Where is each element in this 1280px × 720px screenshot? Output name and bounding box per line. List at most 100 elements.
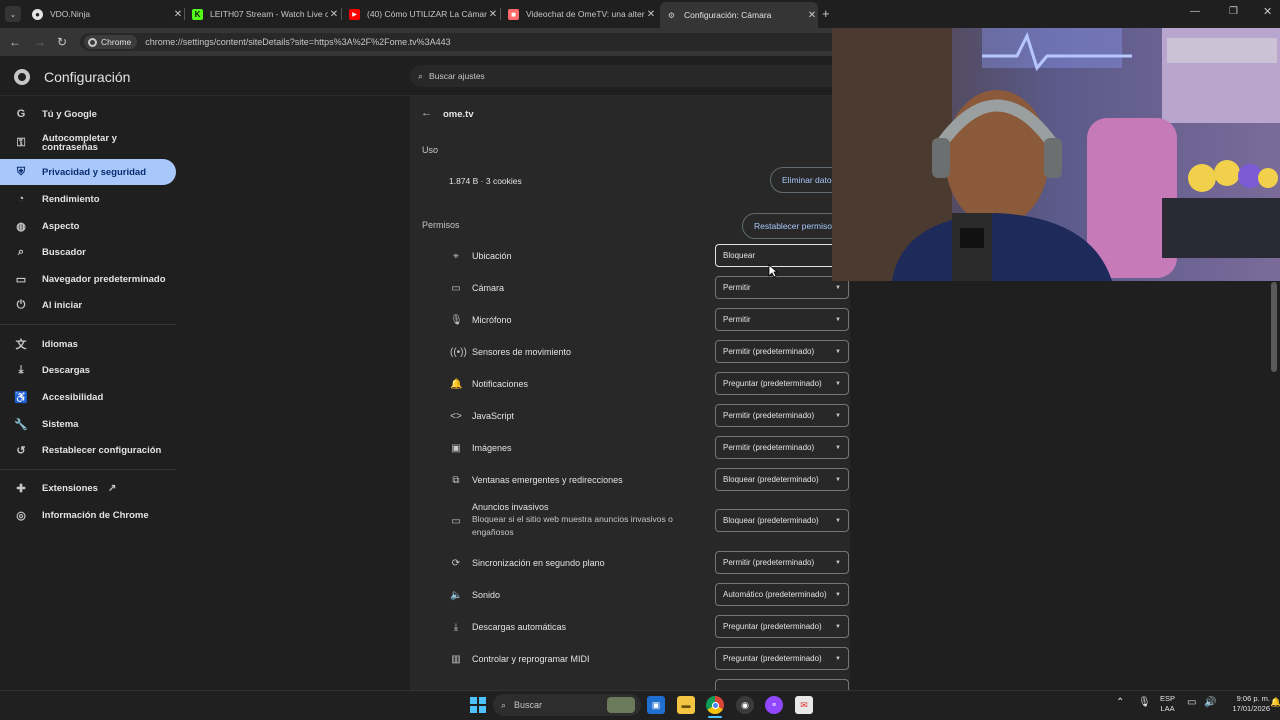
url-text: chrome://settings/content/siteDetails?si… <box>145 37 451 47</box>
midi-icon: ▥ <box>451 653 461 665</box>
store-icon[interactable]: ▣ <box>647 696 665 714</box>
sidebar-item-appearance[interactable]: ◍ Aspecto <box>0 213 176 239</box>
sidebar-item-default-browser[interactable]: ▭ Navegador predeterminado <box>0 266 176 292</box>
ometv-icon: ■ <box>508 8 519 20</box>
reload-button[interactable]: ↻ <box>57 35 67 49</box>
tab-separator <box>184 8 185 20</box>
settings-search-input[interactable]: ⌕ Buscar ajustes <box>410 65 850 87</box>
notifications-select[interactable]: Preguntar (predeterminado) ▼ <box>715 372 849 395</box>
close-icon[interactable]: ✕ <box>172 9 184 20</box>
back-button[interactable]: ← <box>9 35 21 49</box>
dropdown-arrow-icon: ▼ <box>835 559 841 566</box>
page-scrollbar[interactable] <box>1271 282 1277 372</box>
location-select[interactable]: Bloquear▼ <box>715 244 849 267</box>
minimize-button[interactable]: — <box>1190 6 1200 17</box>
dropdown-arrow-icon: ▼ <box>835 412 841 419</box>
sidebar-item-downloads[interactable]: ⤓ Descargas <box>0 357 176 383</box>
javascript-select[interactable]: Permitir (predeterminado) ▼ <box>715 404 849 427</box>
images-select[interactable]: Permitir (predeterminado) ▼ <box>715 436 849 459</box>
google-icon: G <box>16 108 26 120</box>
tab-separator <box>341 8 342 20</box>
search-highlight-icon <box>607 697 635 713</box>
reset-icon: ↺ <box>16 444 26 457</box>
dropdown-arrow-icon: ▼ <box>835 316 841 323</box>
usage-value: 1.874 B · 3 cookies <box>449 176 522 186</box>
tab-ometv[interactable]: ■ Videochat de OmeTV: una alter ✕ <box>502 4 657 24</box>
tab-kick-stream[interactable]: K LEITH07 Stream - Watch Live on ✕ <box>186 4 340 24</box>
chevron-up-icon[interactable]: ⌃ <box>1116 697 1124 708</box>
intrusive-ads-select[interactable]: Bloquear (predeterminado) ▼ <box>715 509 849 532</box>
taskbar-search[interactable]: ⌕ Buscar <box>493 694 641 716</box>
auto-downloads-select[interactable]: Preguntar (predeterminado) ▼ <box>715 615 849 638</box>
vdo-ninja-icon: ● <box>32 8 43 20</box>
twitch-icon[interactable]: ≡ <box>765 696 783 714</box>
translate-icon: 文 <box>15 339 27 351</box>
sidebar-item-about-chrome[interactable]: ◎ Información de Chrome <box>0 502 176 528</box>
forward-button[interactable]: → <box>34 35 46 49</box>
tab-vdo-ninja[interactable]: ● VDO.Ninja ✕ <box>26 4 184 24</box>
tab-youtube[interactable]: ▶ (40) Cómo UTILIZAR La Cámara ✕ <box>343 4 499 24</box>
power-icon: ⏻ <box>16 298 26 311</box>
tab-strip: ⌄ ● VDO.Ninja ✕ K LEITH07 Stream - Watch… <box>0 0 1280 28</box>
sidebar-divider <box>0 324 176 325</box>
tab-search-button[interactable]: ⌄ <box>5 6 21 22</box>
app-icon[interactable]: ✉ <box>795 696 813 714</box>
close-icon[interactable]: ✕ <box>487 9 499 20</box>
midi-select[interactable]: Preguntar (predeterminado) ▼ <box>715 647 849 670</box>
sidebar-item-privacy[interactable]: ⛨ Privacidad y seguridad <box>0 159 176 185</box>
usage-heading: Uso <box>422 145 439 155</box>
speedometer-icon: ◔ <box>17 193 25 205</box>
start-button[interactable] <box>469 696 487 714</box>
chrome-chip[interactable]: Chrome <box>84 35 138 49</box>
background-sync-select[interactable]: Permitir (predeterminado) ▼ <box>715 551 849 574</box>
back-arrow-icon[interactable]: ← <box>421 107 432 119</box>
dropdown-arrow-icon: ▼ <box>835 517 841 524</box>
sidebar-item-search-engine[interactable]: ⌕ Buscador <box>0 239 176 265</box>
sidebar-item-accessibility[interactable]: ♿ Accesibilidad <box>0 384 176 410</box>
chevron-down-icon: ⌄ <box>9 9 17 19</box>
popups-select[interactable]: Bloquear (predeterminado) ▼ <box>715 468 849 491</box>
motion-sensors-select[interactable]: Permitir (predeterminado) ▼ <box>715 340 849 363</box>
sidebar-item-languages[interactable]: 文 Idiomas <box>0 331 176 357</box>
maximize-button[interactable]: ❐ <box>1229 6 1238 17</box>
key-icon: ⚿ <box>16 136 26 149</box>
language-indicator[interactable]: ESP LAA <box>1160 694 1175 714</box>
volume-icon[interactable]: 🔊 <box>1204 697 1216 708</box>
sidebar-item-performance[interactable]: ◔ Rendimiento <box>0 186 176 212</box>
close-icon[interactable]: ✕ <box>328 9 340 20</box>
obs-icon[interactable]: ◉ <box>736 696 754 714</box>
new-tab-button[interactable]: + <box>822 6 830 21</box>
chrome-taskbar-icon[interactable] <box>706 696 724 714</box>
sidebar-item-on-startup[interactable]: ⏻ Al iniciar <box>0 292 176 318</box>
clock[interactable]: 9:06 p. m. 17/01/2026 <box>1222 694 1270 714</box>
sidebar-item-system[interactable]: 🔧 Sistema <box>0 411 176 437</box>
sidebar-divider <box>0 469 176 470</box>
search-icon: ⌕ <box>501 699 507 710</box>
wrench-icon: 🔧 <box>14 418 28 431</box>
sidebar-item-extensions[interactable]: ✚ Extensiones ↗ <box>0 475 176 501</box>
tab-settings[interactable]: ⚙ Configuración: Cámara ✕ <box>660 2 818 28</box>
youtube-icon: ▶ <box>349 8 360 20</box>
close-icon[interactable]: ✕ <box>806 10 818 21</box>
download-icon: ⤓ <box>18 363 24 376</box>
file-explorer-icon[interactable]: ▬ <box>677 696 695 714</box>
address-bar[interactable]: Chrome chrome://settings/content/siteDet… <box>80 33 840 51</box>
close-icon[interactable]: ✕ <box>645 9 657 20</box>
network-icon[interactable]: ▭ <box>1187 697 1196 708</box>
active-app-indicator <box>708 716 722 718</box>
microphone-select[interactable]: Permitir ▼ <box>715 308 849 331</box>
next-permission-select[interactable] <box>715 679 849 690</box>
close-window-button[interactable]: ✕ <box>1263 5 1272 18</box>
sidebar-item-reset[interactable]: ↺ Restablecer configuración <box>0 437 176 463</box>
external-link-icon: ↗ <box>107 482 117 494</box>
notification-bell-icon[interactable]: 🔔 <box>1270 697 1280 708</box>
sidebar-item-you-and-google[interactable]: G Tú y Google <box>0 101 176 127</box>
camera-select[interactable]: Permitir ▼ <box>715 276 849 299</box>
mouse-cursor <box>768 264 779 283</box>
microphone-tray-icon[interactable]: 🎙 <box>1138 697 1151 708</box>
sync-icon: ⟳ <box>451 557 461 569</box>
chrome-icon: ◎ <box>16 509 26 522</box>
sidebar-item-autofill[interactable]: ⚿ Autocompletar y contraseñas <box>0 132 176 154</box>
sound-select[interactable]: Automático (predeterminado) ▼ <box>715 583 849 606</box>
webcam-overlay <box>832 28 1280 281</box>
